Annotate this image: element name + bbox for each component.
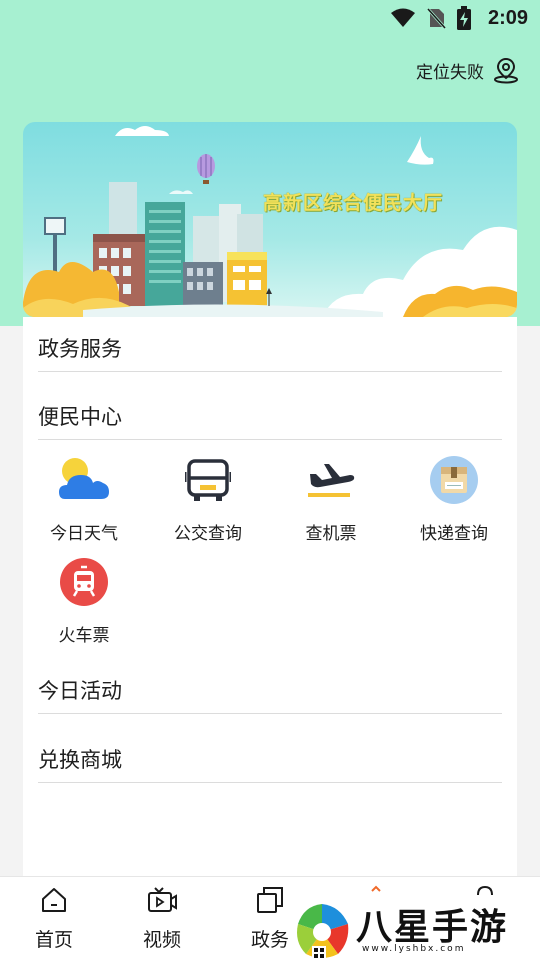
bus-icon: [181, 453, 235, 507]
map-pin-icon: [494, 57, 518, 84]
nav-video[interactable]: 视频: [127, 885, 197, 952]
section-exchange-mall[interactable]: 兑换商城: [38, 744, 502, 783]
bus-label: 公交查询: [174, 524, 242, 544]
battery-charging-icon: [456, 6, 471, 30]
wifi-icon: [390, 8, 415, 27]
user-icon: [477, 885, 493, 895]
status-bar: 2:09: [0, 0, 540, 36]
plane-icon: [304, 453, 358, 507]
location-status-text: 定位失败: [416, 62, 484, 83]
no-sim-icon: [426, 7, 446, 29]
train-label: 火车票: [58, 626, 110, 646]
flight-label: 查机票: [305, 524, 357, 544]
watermark-url: www.lyshbx.com: [362, 944, 466, 954]
section-convenience-center[interactable]: 便民中心: [38, 401, 502, 440]
services-card: 政务服务 便民中心 今日天气 公交查询 查机票 快递查询 火车票 今日活动 兑换…: [23, 317, 517, 877]
flight-item[interactable]: 查机票: [271, 453, 391, 544]
nav-video-label: 视频: [142, 929, 181, 951]
video-icon: [148, 887, 177, 912]
banner[interactable]: 高新区综合便民大厅: [23, 122, 517, 317]
train-icon: [57, 555, 111, 609]
gov-icon: [257, 887, 283, 913]
nav-home[interactable]: 首页: [19, 885, 89, 952]
home-icon: [42, 888, 66, 912]
weather-icon: [57, 453, 111, 507]
section-today-activity[interactable]: 今日活动: [38, 675, 502, 714]
status-time: 2:09: [487, 6, 528, 29]
section-gov-service[interactable]: 政务服务: [38, 333, 502, 372]
watermark: 八星手游网 www.lyshbx.com: [292, 896, 540, 960]
train-item[interactable]: 火车票: [24, 555, 144, 646]
express-label: 快递查询: [420, 524, 488, 544]
nav-home-label: 首页: [34, 929, 73, 951]
watermark-logo-icon: [297, 904, 349, 960]
city-illustration: [23, 126, 517, 317]
banner-title: 高新区综合便民大厅: [263, 192, 444, 214]
package-icon: [427, 453, 481, 507]
weather-label: 今日天气: [50, 524, 118, 544]
weather-item[interactable]: 今日天气: [24, 453, 144, 544]
chevron-up-icon: [371, 885, 381, 892]
location-button[interactable]: 定位失败: [416, 56, 520, 84]
express-item[interactable]: 快递查询: [394, 453, 514, 544]
bus-item[interactable]: 公交查询: [148, 453, 268, 544]
